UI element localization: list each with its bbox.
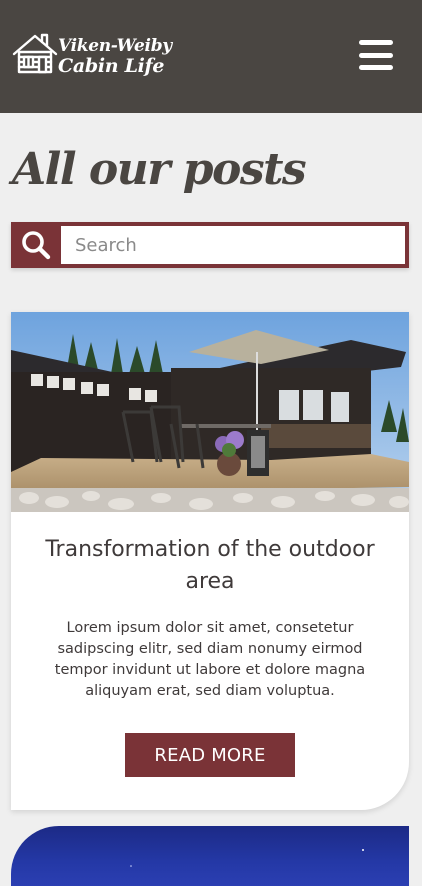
post-image-next bbox=[130, 849, 364, 867]
site-header: Viken-Weiby Cabin Life bbox=[0, 0, 422, 113]
search-bar bbox=[11, 222, 409, 268]
post-title[interactable]: Transformation of the outdoor area bbox=[31, 534, 389, 598]
page-title: All our posts bbox=[12, 144, 307, 195]
menu-bar bbox=[359, 52, 393, 58]
menu-bar bbox=[359, 40, 393, 45]
post-image[interactable] bbox=[11, 312, 409, 512]
cabin-icon bbox=[12, 33, 58, 74]
logo-line-2: Cabin Life bbox=[58, 55, 165, 77]
logo-text: Viken-Weiby Cabin Life bbox=[58, 36, 172, 76]
site-logo[interactable]: Viken-Weiby Cabin Life bbox=[12, 30, 172, 82]
search-input[interactable] bbox=[61, 226, 405, 264]
read-more-button[interactable]: READ MORE bbox=[125, 733, 295, 777]
post-excerpt: Lorem ipsum dolor sit amet, consetetur s… bbox=[54, 620, 366, 699]
logo-line-1: Viken-Weiby bbox=[58, 36, 172, 56]
menu-bar bbox=[359, 65, 393, 70]
post-card: Transformation of the outdoor area Lorem… bbox=[11, 312, 409, 810]
post-card-next[interactable] bbox=[11, 826, 409, 886]
search-icon[interactable] bbox=[20, 229, 52, 261]
hamburger-menu-icon[interactable] bbox=[359, 40, 393, 70]
